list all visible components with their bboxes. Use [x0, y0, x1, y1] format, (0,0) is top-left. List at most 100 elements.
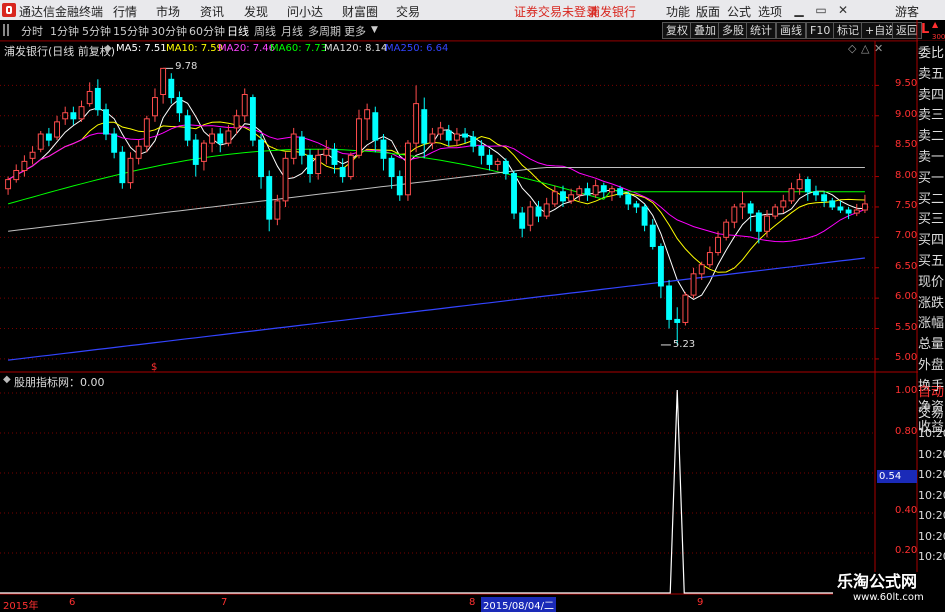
menu-news[interactable]: 资讯 — [200, 3, 224, 20]
candle-body-58 — [478, 145, 485, 156]
sidebar-item-5: 卖一 — [918, 150, 945, 165]
x-label-year: 2015年 — [3, 601, 39, 612]
menu-trade[interactable]: 交易 — [396, 3, 420, 20]
kline-chart[interactable] — [0, 0, 945, 609]
x-label-aug: 8 — [469, 597, 476, 608]
menu-discover[interactable]: 发现 — [244, 3, 268, 20]
candle-body-28 — [233, 115, 240, 129]
minimize-icon[interactable]: ▁ — [789, 1, 809, 19]
price-axis — [875, 84, 879, 360]
indicator-title: 股朋指标网：0.00 — [14, 376, 105, 389]
tab-15min[interactable]: 15分钟 — [113, 23, 149, 39]
sidebar-item-7: 买二 — [918, 191, 945, 207]
broker-notice[interactable]: 证券交易未登录 — [514, 3, 598, 20]
candle-body-2 — [21, 160, 28, 171]
price-tick-3: 8.00 — [895, 169, 918, 181]
candle-body-70 — [576, 188, 583, 196]
x-label-jul: 7 — [221, 597, 228, 608]
candle-body-22 — [184, 115, 191, 141]
candle-body-62 — [511, 173, 517, 214]
sidebar-lower-7: 10:20 — [918, 529, 945, 543]
price-tick-8: 5.50 — [895, 321, 918, 333]
tab-5min[interactable]: 5分钟 — [82, 23, 111, 39]
tab-multi-period[interactable]: 多周期 — [308, 23, 341, 39]
tab-1min[interactable]: 1分钟 — [50, 23, 79, 39]
maximize-icon[interactable]: ▭ — [811, 1, 831, 19]
ma250-line — [8, 257, 865, 361]
ind-tick-080: 0.80 — [895, 426, 918, 437]
menu-function[interactable]: 功能 — [666, 3, 690, 20]
indicator-toggle-icon[interactable]: ◆ — [3, 374, 11, 385]
sidebar-item-1: 卖五 — [918, 66, 945, 82]
tab-weekly[interactable]: 周线 — [254, 23, 276, 39]
ma5-label: MA5: 7.51 — [116, 43, 167, 54]
app-title: 通达信金融终端 — [19, 5, 104, 19]
candle-body-45 — [372, 112, 379, 141]
draw-button[interactable]: 画线 — [776, 22, 806, 39]
candle-body-77 — [633, 203, 640, 208]
statistics-button[interactable]: 统计 — [746, 22, 776, 39]
sidebar-lower-8: 10:20 — [918, 550, 945, 563]
ma60-label: MA60: 7.73 — [270, 43, 328, 54]
ma120-label: MA120: 8.14 — [324, 43, 388, 54]
candle-body-5 — [45, 133, 52, 141]
adjust-button[interactable]: 复权 — [662, 22, 692, 39]
ma250-label: MA250: 6.64 — [385, 43, 449, 54]
tab-daily[interactable]: 日线 — [227, 23, 249, 39]
watermark: 乐淘公式网 www.60lt.com — [833, 572, 945, 609]
candle-body-74 — [609, 188, 615, 193]
multi-stock-button[interactable]: 多股 — [718, 22, 748, 39]
menu-wealth[interactable]: 财富圈 — [342, 3, 378, 20]
price-tick-0: 9.50 — [895, 78, 918, 90]
candle-body-57 — [470, 136, 477, 147]
x-label-jun: 6 — [69, 597, 76, 608]
candle-body-69 — [568, 194, 575, 202]
tab-monthly[interactable]: 月线 — [281, 23, 303, 39]
sidebar-lower-0: 自动 — [918, 385, 945, 400]
price-tick-6: 6.50 — [895, 260, 918, 272]
sidebar-item-3: 卖三 — [918, 108, 945, 124]
candle-body-90 — [739, 203, 746, 208]
level-indicator: L — [921, 22, 930, 37]
candle-body-19 — [160, 67, 167, 96]
period-tab-bar: 分时 1分钟 5分钟 15分钟 30分钟 60分钟 日线 周线 月线 多周期 更… — [0, 20, 945, 41]
candle-body-37 — [307, 154, 313, 175]
candle-body-76 — [625, 194, 632, 205]
more-chevron-icon[interactable]: ▼ — [371, 25, 378, 35]
tab-more[interactable]: 更多 — [344, 23, 366, 39]
candle-body-4 — [37, 133, 44, 150]
expand-icon[interactable]: △ — [861, 42, 869, 55]
candle-body-32 — [266, 176, 273, 220]
mark-button[interactable]: 标记 — [833, 22, 863, 39]
candle-body-82 — [674, 318, 681, 323]
level-number: 300 — [932, 33, 945, 41]
candle-body-33 — [274, 200, 281, 220]
back-button[interactable]: 返回 — [892, 22, 922, 39]
dropdown-icon[interactable]: ◆ — [104, 43, 112, 54]
candle-body-34 — [282, 157, 289, 202]
candle-body-53 — [437, 127, 444, 135]
guest-label[interactable]: 游客 — [895, 3, 919, 20]
menu-quotes[interactable]: 行情 — [113, 3, 137, 20]
pane-close-icon[interactable]: ✕ — [874, 42, 883, 55]
candle-body-79 — [649, 224, 656, 247]
candle-body-8 — [70, 112, 77, 120]
tab-intraday[interactable]: 分时 — [21, 23, 43, 39]
candle-body-44 — [364, 109, 371, 120]
candle-body-92 — [755, 212, 762, 232]
menu-options[interactable]: 选项 — [758, 3, 782, 20]
dividend-marker[interactable]: $ — [151, 362, 157, 373]
candle-body-26 — [217, 133, 224, 144]
menu-layout[interactable]: 版面 — [696, 3, 720, 20]
close-icon[interactable]: ✕ — [833, 1, 853, 19]
level-arrow-icon[interactable]: ▲ — [932, 20, 938, 29]
tab-60min[interactable]: 60分钟 — [189, 23, 225, 39]
sidebar-lower-4: 10:20 — [918, 468, 945, 481]
overlay-button[interactable]: 叠加 — [690, 22, 720, 39]
f10-button[interactable]: F10 — [806, 22, 835, 39]
collapse-icon[interactable]: ◇ — [848, 42, 856, 55]
tab-30min[interactable]: 30分钟 — [151, 23, 187, 39]
menu-formula[interactable]: 公式 — [727, 3, 751, 20]
menu-market[interactable]: 市场 — [156, 3, 180, 20]
menu-xiaoda[interactable]: 问小达 — [287, 3, 323, 20]
